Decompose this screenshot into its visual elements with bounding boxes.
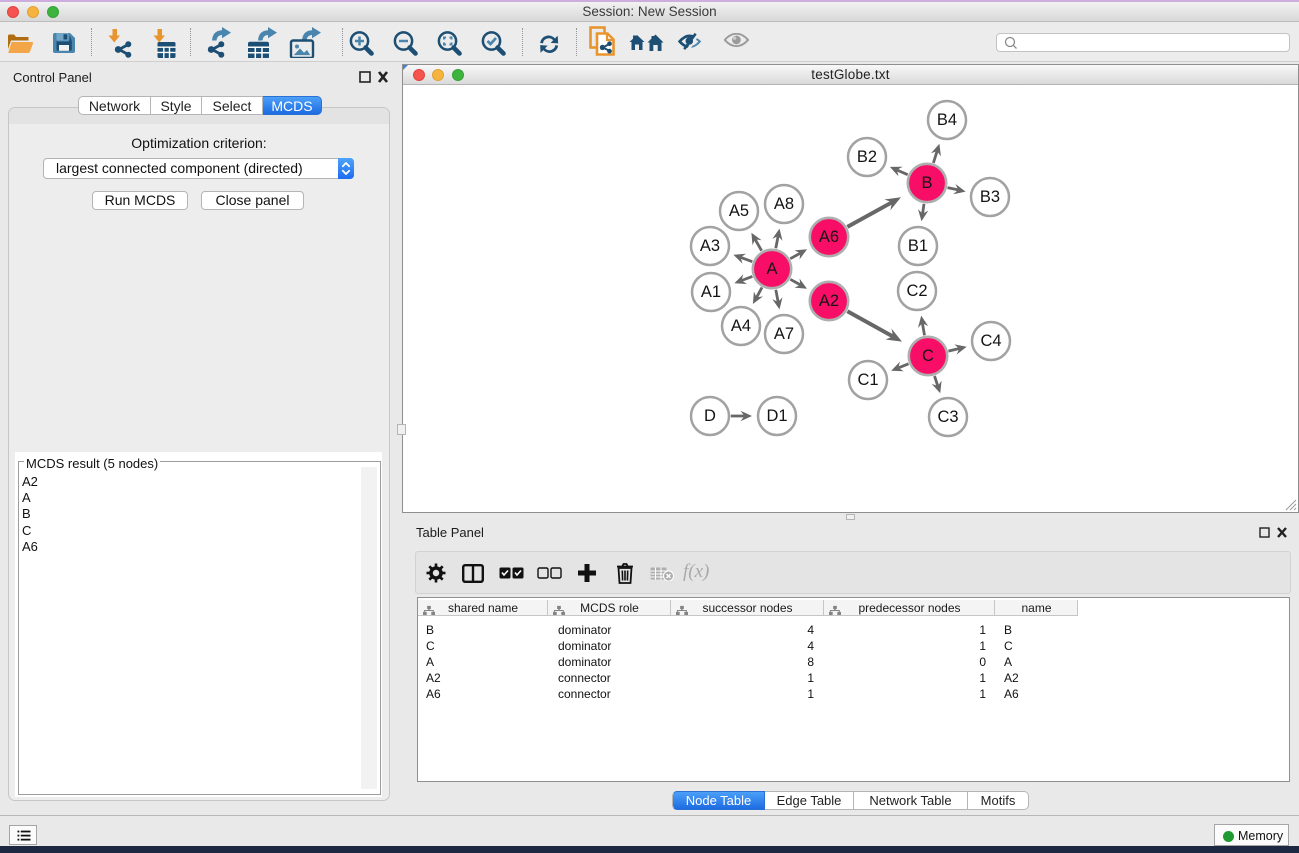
svg-text:A7: A7 xyxy=(774,325,794,343)
svg-text:A: A xyxy=(766,260,777,278)
svg-text:B: B xyxy=(921,174,932,192)
svg-text:D1: D1 xyxy=(766,407,787,425)
svg-text:A2: A2 xyxy=(819,292,839,310)
svg-text:D: D xyxy=(704,407,716,425)
svg-text:C2: C2 xyxy=(906,282,927,300)
svg-text:C: C xyxy=(922,347,934,365)
svg-text:C3: C3 xyxy=(937,408,958,426)
svg-text:C4: C4 xyxy=(980,332,1001,350)
svg-text:B4: B4 xyxy=(937,111,957,129)
svg-text:A4: A4 xyxy=(731,317,751,335)
svg-text:C1: C1 xyxy=(857,371,878,389)
svg-text:A3: A3 xyxy=(700,237,720,255)
svg-text:B2: B2 xyxy=(857,148,877,166)
svg-text:A5: A5 xyxy=(729,202,749,220)
svg-text:A6: A6 xyxy=(819,228,839,246)
svg-text:A1: A1 xyxy=(701,283,721,301)
svg-text:B1: B1 xyxy=(908,237,928,255)
svg-text:A8: A8 xyxy=(774,195,794,213)
svg-text:B3: B3 xyxy=(980,188,1000,206)
